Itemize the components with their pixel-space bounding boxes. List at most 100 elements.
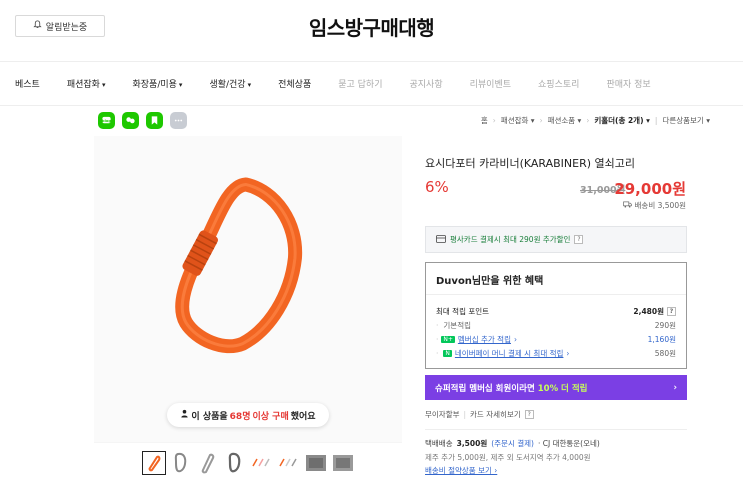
nav-item-label: 패션잡화 <box>66 80 100 90</box>
shipping-price: 3,500원 <box>456 439 488 448</box>
super-bar-middle: 멤버십 회원이라면 <box>469 383 535 394</box>
card-discount-box[interactable]: 평사카드 결제시 최대 290원 추가할인 ? <box>425 226 687 253</box>
breadcrumb-home[interactable]: 홈 <box>481 115 488 126</box>
person-icon <box>180 409 189 421</box>
shipping-carrier: · CJ 대한통운(오네) <box>537 439 600 448</box>
site-title[interactable]: 임스방구매대행 <box>0 12 743 41</box>
thumbnail-3[interactable] <box>196 451 220 475</box>
discount-rate: 6% <box>425 178 449 196</box>
nav-item-label: 판매자 정보 <box>606 80 651 90</box>
naver-plus-icon: N+ <box>441 336 455 343</box>
breadcrumb-sep: › <box>492 116 496 125</box>
benefit-box: Duvon님만을 위한 혜택 최대 적립 포인트 2,480원? · 기본적립 2… <box>425 262 687 369</box>
chevron-down-icon: ▾ <box>247 81 252 89</box>
breadcrumb-cat3[interactable]: 키홀더(총 2개) ▾ <box>594 115 650 126</box>
divider: | <box>463 410 467 419</box>
membership-link[interactable]: 멤버십 추가 적립 <box>458 334 511 345</box>
max-points-value: 2,480원 <box>633 307 664 316</box>
nav-item-7[interactable]: 리뷰이벤트 <box>470 77 511 90</box>
breadcrumb-cat2[interactable]: 패션소품 ▾ <box>548 115 582 126</box>
sale-price: 29,000원 <box>614 180 686 198</box>
benefit-divider <box>426 294 686 295</box>
product-name: 요시다포터 카라비너(KARABINER) 열쇠고리 <box>425 157 636 170</box>
thumbnail-6[interactable] <box>277 451 301 475</box>
chevron-down-icon: ▾ <box>178 81 183 89</box>
chevron-right-icon: › <box>513 335 517 344</box>
nav-item-5[interactable]: 묻고 답하기 <box>338 77 382 90</box>
card-icon <box>436 234 446 245</box>
membership-value: 1,160원 <box>647 335 676 344</box>
thumbnail-7[interactable] <box>304 451 328 475</box>
bookmark-share-icon[interactable] <box>146 112 163 129</box>
talk-share-icon[interactable] <box>122 112 139 129</box>
naverpay-row[interactable]: · N 네이버페이 머니 결제 시 최대 적립 › 580원 <box>436 348 676 359</box>
chevron-right-icon: › <box>566 349 570 358</box>
thumbnail-1[interactable] <box>141 450 166 475</box>
breadcrumb: 홈 › 패션잡화 ▾ › 패션소품 ▾ › 키홀더(총 2개) ▾ | 다른상품… <box>481 115 710 126</box>
shipping-saving-link[interactable]: 배송비 절약상품 보기 › <box>425 465 497 476</box>
chevron-right-icon: › <box>673 382 677 393</box>
nav-item-1[interactable]: 패션잡화 ▾ <box>67 77 106 90</box>
help-icon[interactable]: ? <box>524 410 534 419</box>
more-share-icon[interactable] <box>170 112 187 129</box>
product-image[interactable] <box>94 136 402 442</box>
nav-item-label: 화장품/미용 <box>132 80 177 90</box>
naverpay-value: 580원 <box>654 349 676 358</box>
nav-item-label: 공지사항 <box>409 80 443 90</box>
breadcrumb-other[interactable]: 다른상품보기 ▾ <box>662 115 710 126</box>
thumbnail-8[interactable] <box>331 451 355 475</box>
nav-item-8[interactable]: 쇼핑스토리 <box>538 77 579 90</box>
breadcrumb-sep: › <box>586 116 590 125</box>
membership-row[interactable]: · N+ 멤버십 추가 적립 › 1,160원 <box>436 334 676 345</box>
max-points-label: 최대 적립 포인트 <box>436 307 490 316</box>
card-promo-text: 평사카드 결제시 최대 290원 추가할인 <box>450 235 571 244</box>
nav-item-label: 생활/건강 <box>209 80 246 90</box>
super-points-banner[interactable]: 슈퍼적립 멤버십 회원이라면 10% 더 적립 › <box>425 375 687 400</box>
buy-badge-prefix: 이 상품을 <box>191 411 228 422</box>
breadcrumb-cat1[interactable]: 패션잡화 ▾ <box>501 115 535 126</box>
nav-item-label: 쇼핑스토리 <box>538 80 580 90</box>
shipping-fee-text: 배송비 3,500원 <box>634 201 686 210</box>
help-icon[interactable]: ? <box>667 307 676 316</box>
divider <box>425 429 687 430</box>
blog-share-icon[interactable]: blog <box>98 112 115 129</box>
benefit-title: Duvon님만을 위한 혜택 <box>436 276 544 287</box>
nav-item-label: 리뷰이벤트 <box>469 80 512 90</box>
thumbnail-4[interactable] <box>223 451 247 475</box>
shipping-fee: 배송비 3,500원 <box>622 200 686 211</box>
nav-item-0[interactable]: 베스트 <box>15 77 40 90</box>
installment-label: 무이자할부 <box>425 410 460 419</box>
naverpay-link[interactable]: 네이버페이 머니 결제 시 최대 적립 <box>455 348 564 359</box>
thumbnail-5[interactable] <box>250 451 274 475</box>
help-icon[interactable]: ? <box>574 235 584 244</box>
nav-item-4[interactable]: 전체상품 <box>278 77 311 90</box>
svg-text:blog: blog <box>102 119 111 123</box>
dash: · <box>436 321 439 330</box>
npay-icon: N <box>443 350 452 357</box>
thumbnail-strip <box>94 443 402 482</box>
breadcrumb-sep: | <box>654 116 658 125</box>
nav-item-6[interactable]: 공지사항 <box>410 77 443 90</box>
basic-label: 기본적립 <box>443 321 471 330</box>
shipping-note: (주문시 결제) <box>491 439 534 448</box>
super-bar-prefix: 슈퍼적립 <box>435 383 467 394</box>
main-nav: 베스트 패션잡화 ▾ 화장품/미용 ▾ 생활/건강 ▾ 전체상품 묻고 답하기 공지사항 리뷰이벤트… <box>0 61 743 106</box>
nav-item-2[interactable]: 화장품/미용 ▾ <box>132 77 182 90</box>
super-bar-highlight: 10% 더 적립 <box>537 383 588 394</box>
carabiner-image <box>175 177 303 354</box>
nav-item-9[interactable]: 판매자 정보 <box>606 77 650 90</box>
card-detail-link[interactable]: 카드 자세히보기 <box>470 409 521 420</box>
nav-item-label: 전체상품 <box>278 80 312 90</box>
nav-item-label: 베스트 <box>15 80 40 90</box>
thumbnail-2[interactable] <box>169 451 193 475</box>
shipping-extra: 제주 추가 5,000원, 제주 외 도서지역 추가 4,000원 <box>425 453 591 462</box>
buy-badge-suffix: 했어요 <box>290 411 316 422</box>
purchase-count-badge: 이 상품을 68명 이상 구매 했어요 <box>167 403 329 427</box>
buy-badge-middle: 이상 구매 <box>252 411 289 422</box>
buy-badge-count: 68명 <box>229 411 251 422</box>
basic-points-row: · 기본적립 290원 <box>436 320 676 331</box>
nav-item-label: 묻고 답하기 <box>338 80 383 90</box>
nav-item-3[interactable]: 생활/건강 ▾ <box>209 77 251 90</box>
basic-value: 290원 <box>654 321 676 330</box>
installment-row: 무이자할부 | 카드 자세히보기 ? <box>425 409 534 420</box>
